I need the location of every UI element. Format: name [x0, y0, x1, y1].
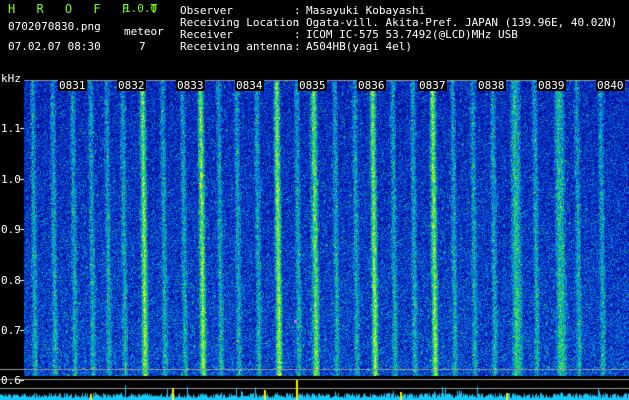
spectrogram [0, 76, 629, 400]
y-tick-label: 0.9 [1, 223, 21, 236]
meteor-count-label: meteor [124, 25, 164, 38]
y-tick-label: 0.6 [1, 374, 21, 387]
x-tick-label: 0834 [235, 79, 264, 92]
antenna-value: A504HB(yagi 4el) [306, 40, 412, 53]
observation-datetime: 07.02.07 08:30 [8, 40, 101, 53]
y-tick-label: 1.0 [1, 173, 21, 186]
x-tick-label: 0836 [357, 79, 386, 92]
x-tick-label: 0835 [298, 79, 327, 92]
file-name: 0702070830.png [8, 20, 101, 33]
app-version: 1.0.0 [124, 2, 158, 15]
x-tick-label: 0831 [58, 79, 87, 92]
y-axis-unit: kHz [1, 72, 21, 85]
y-tick-label: 0.7 [1, 324, 21, 337]
x-tick-label: 0839 [537, 79, 566, 92]
antenna-label: Receiving antenna [180, 40, 293, 53]
y-tick-label: 0.8 [1, 274, 21, 287]
x-tick-label: 0840 [596, 79, 625, 92]
x-tick-label: 0838 [477, 79, 506, 92]
x-tick-label: 0833 [176, 79, 205, 92]
meteor-count-value: 7 [139, 40, 146, 53]
x-tick-label: 0837 [418, 79, 447, 92]
y-tick-label: 1.1 [1, 122, 21, 135]
x-tick-label: 0832 [117, 79, 146, 92]
antenna-sep: : [294, 40, 301, 53]
